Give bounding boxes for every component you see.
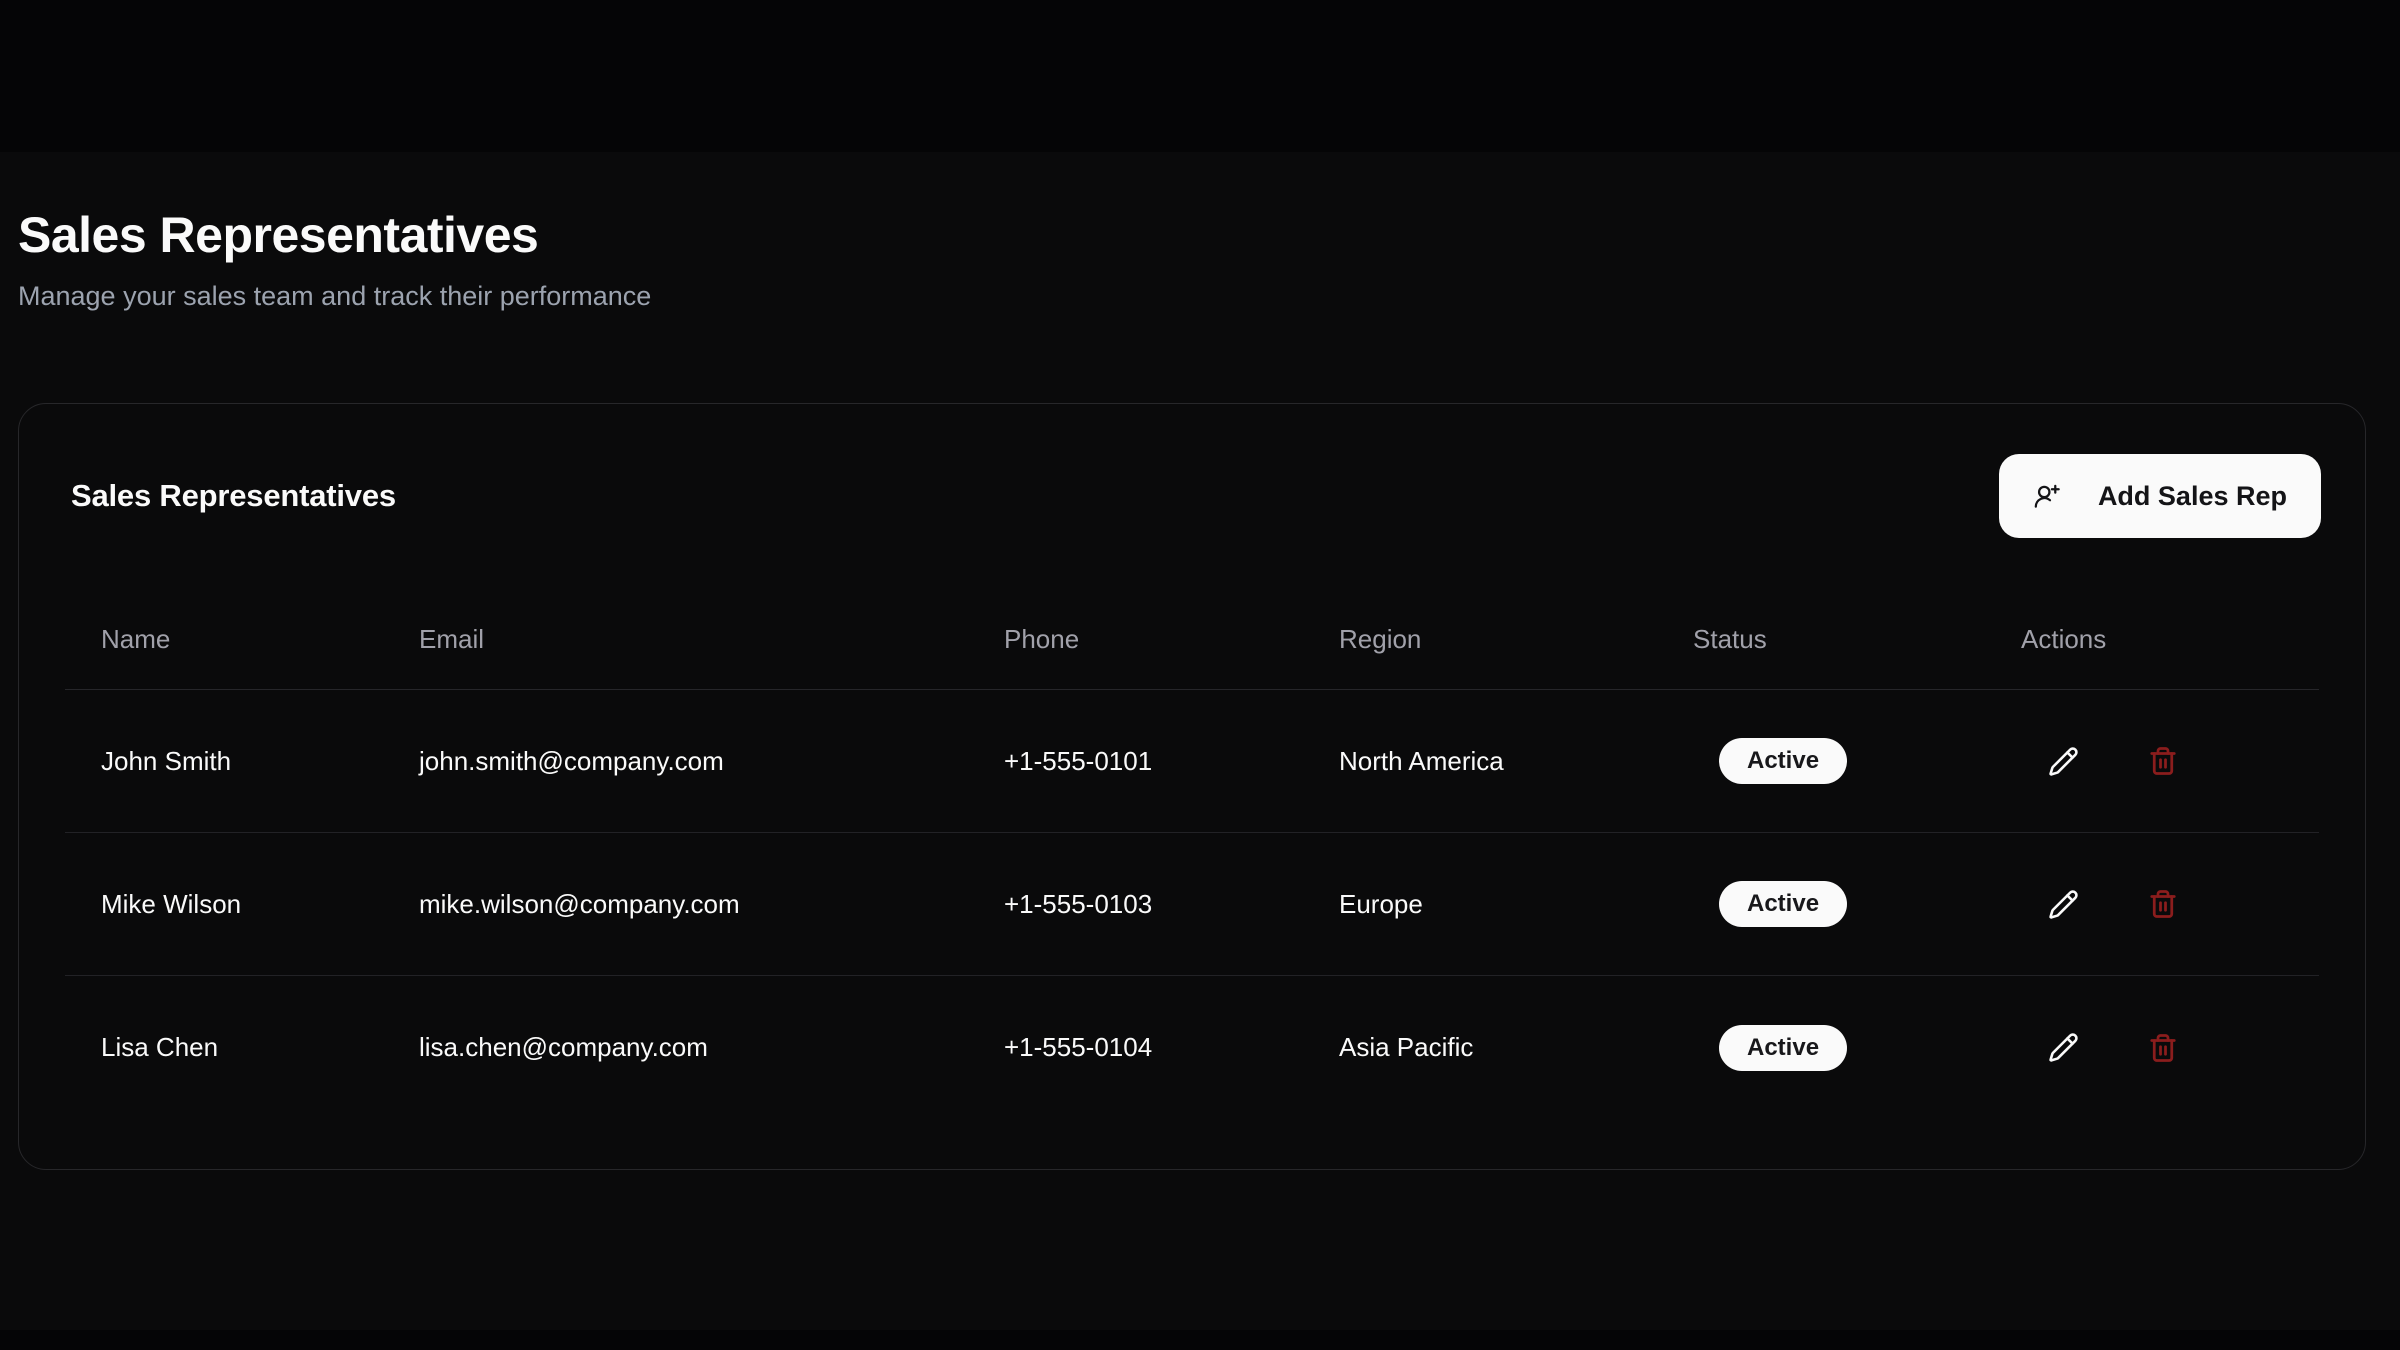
actions-cell [2021,882,2319,926]
sales-reps-card: Sales Representatives Add Sales Rep Name… [18,403,2366,1170]
user-plus-icon [2033,483,2060,510]
rep-name: Mike Wilson [101,889,419,920]
status-badge: Active [1719,881,1847,927]
edit-button[interactable] [2041,882,2085,926]
rep-email: lisa.chen@company.com [419,1032,1004,1063]
card-title: Sales Representatives [71,478,396,514]
status-cell: Active [1693,881,1847,927]
rep-phone: +1-555-0101 [1004,746,1339,777]
table-row: Mike Wilson mike.wilson@company.com +1-5… [65,833,2319,976]
add-sales-rep-button[interactable]: Add Sales Rep [1999,454,2321,538]
trash-icon [2148,1033,2178,1063]
table-header-row: Name Email Phone Region Status Actions [65,538,2319,690]
table-row: Lisa Chen lisa.chen@company.com +1-555-0… [65,976,2319,1119]
rep-phone: +1-555-0103 [1004,889,1339,920]
delete-button[interactable] [2141,882,2185,926]
sales-reps-table: Name Email Phone Region Status Actions J… [19,538,2365,1119]
rep-region: North America [1339,746,1693,777]
add-sales-rep-label: Add Sales Rep [2098,481,2287,512]
column-header-name: Name [101,619,419,659]
status-badge: Active [1719,1025,1847,1071]
column-header-actions: Actions [2021,619,2319,659]
actions-cell [2021,739,2319,783]
delete-button[interactable] [2141,1026,2185,1070]
page-content: Sales Representatives Manage your sales … [0,0,2400,1170]
status-cell: Active [1693,1025,1847,1071]
delete-button[interactable] [2141,739,2185,783]
trash-icon [2148,889,2178,919]
status-cell: Active [1693,738,1847,784]
trash-icon [2148,746,2178,776]
rep-phone: +1-555-0104 [1004,1032,1339,1063]
edit-button[interactable] [2041,739,2085,783]
rep-region: Europe [1339,889,1693,920]
bottom-chrome-band [0,1330,2400,1350]
status-badge: Active [1719,738,1847,784]
column-header-region: Region [1339,619,1693,659]
pencil-icon [2048,746,2079,777]
rep-email: john.smith@company.com [419,746,1004,777]
rep-region: Asia Pacific [1339,1032,1693,1063]
edit-button[interactable] [2041,1026,2085,1070]
column-header-status: Status [1693,619,2021,659]
rep-email: mike.wilson@company.com [419,889,1004,920]
card-header: Sales Representatives Add Sales Rep [19,404,2365,538]
rep-name: Lisa Chen [101,1032,419,1063]
pencil-icon [2048,1032,2079,1063]
page-title: Sales Representatives [18,0,2382,265]
rep-name: John Smith [101,746,419,777]
actions-cell [2021,1026,2319,1070]
pencil-icon [2048,889,2079,920]
table-row: John Smith john.smith@company.com +1-555… [65,690,2319,833]
column-header-email: Email [419,619,1004,659]
page-subtitle: Manage your sales team and track their p… [18,277,2382,315]
column-header-phone: Phone [1004,619,1339,659]
